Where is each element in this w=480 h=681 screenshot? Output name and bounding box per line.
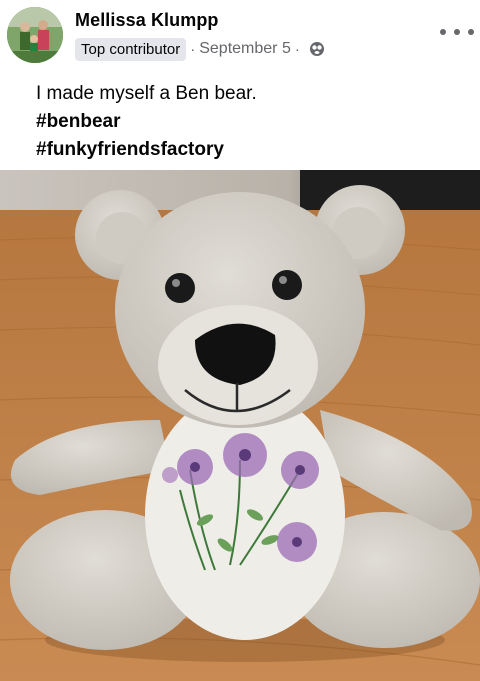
author-name[interactable]: Mellissa Klumpp: [75, 10, 219, 31]
hashtag-funkyfriendsfactory[interactable]: #funkyfriendsfactory: [36, 136, 466, 164]
post-body-line: I made myself a Ben bear.: [36, 83, 257, 104]
top-contributor-badge[interactable]: Top contributor: [75, 37, 187, 61]
post-header: Mellissa Klumpp Top contributor · Septem…: [0, 0, 480, 72]
separator-dot: ·: [190, 40, 196, 58]
post-meta: Top contributor · September 5 ·: [75, 37, 325, 61]
author-avatar[interactable]: [7, 7, 63, 63]
hashtag-benbear[interactable]: #benbear: [36, 108, 466, 136]
separator-dot-2: ·: [294, 40, 300, 58]
more-options-icon[interactable]: [440, 22, 474, 42]
post-text: I made myself a Ben bear. #benbear #funk…: [36, 80, 466, 164]
teddy-bear-photo[interactable]: [0, 170, 480, 681]
globe-icon[interactable]: [309, 41, 325, 57]
post-date[interactable]: September 5: [199, 40, 291, 58]
